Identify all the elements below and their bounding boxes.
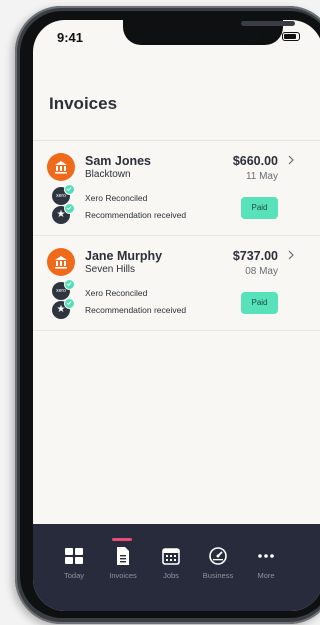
page-title: Invoices xyxy=(49,94,118,113)
tab-label: Invoices xyxy=(109,571,137,580)
document-icon xyxy=(117,547,129,565)
invoice-date: 08 May xyxy=(245,266,278,277)
active-tab-indicator xyxy=(112,538,132,541)
grid-icon xyxy=(65,548,83,564)
client-name: Sam Jones xyxy=(85,154,152,168)
xero-status-text: Xero Reconciled xyxy=(85,288,148,298)
calendar-icon xyxy=(162,548,180,565)
bottom-tab-bar: Today Invoices Jobs Business More xyxy=(33,524,320,611)
status-time: 9:41 xyxy=(57,30,84,45)
app-screen: 9:41 Invoices xero ★ Sam Jones Blacktown… xyxy=(33,20,320,611)
check-icon xyxy=(64,184,75,195)
gauge-icon xyxy=(209,547,227,565)
tab-more[interactable]: More xyxy=(242,524,290,599)
chevron-right-icon xyxy=(288,155,294,165)
chevron-right-icon xyxy=(288,250,294,260)
wifi-icon xyxy=(265,30,279,41)
recommendation-text: Recommendation received xyxy=(85,305,187,315)
battery-icon xyxy=(282,32,300,41)
client-name: Jane Murphy xyxy=(85,249,163,263)
client-location: Seven Hills xyxy=(85,264,136,275)
tab-invoices[interactable]: Invoices xyxy=(99,524,147,599)
client-location: Blacktown xyxy=(85,169,131,180)
invoice-amount: $737.00 xyxy=(232,249,278,263)
tab-label: Jobs xyxy=(163,571,179,580)
check-icon xyxy=(64,279,75,290)
tab-business[interactable]: Business xyxy=(194,524,242,599)
more-dots-icon xyxy=(258,554,274,558)
xero-status-text: Xero Reconciled xyxy=(85,193,148,203)
paid-status-badge: Paid xyxy=(241,197,278,219)
tab-today[interactable]: Today xyxy=(50,524,98,599)
tab-label: More xyxy=(257,571,275,580)
invoice-date: 11 May xyxy=(245,171,278,182)
invoice-amount: $660.00 xyxy=(232,154,278,168)
invoice-list: xero ★ Sam Jones Blacktown Xero Reconcil… xyxy=(33,140,320,331)
invoice-row-sam-jones[interactable]: xero ★ Sam Jones Blacktown Xero Reconcil… xyxy=(33,141,320,236)
check-icon xyxy=(64,298,75,309)
invoice-row-jane-murphy[interactable]: xero ★ Jane Murphy Seven Hills Xero Reco… xyxy=(33,236,320,331)
signal-icon xyxy=(246,31,262,42)
bank-icon xyxy=(47,153,75,181)
bank-icon xyxy=(47,248,75,276)
recommendation-text: Recommendation received xyxy=(85,210,187,220)
tab-jobs[interactable]: Jobs xyxy=(147,524,195,599)
tab-label: Today xyxy=(63,571,84,580)
tab-label: Business xyxy=(202,571,234,580)
speaker-grille xyxy=(241,21,295,26)
paid-status-badge: Paid xyxy=(241,292,278,314)
check-icon xyxy=(64,203,75,214)
